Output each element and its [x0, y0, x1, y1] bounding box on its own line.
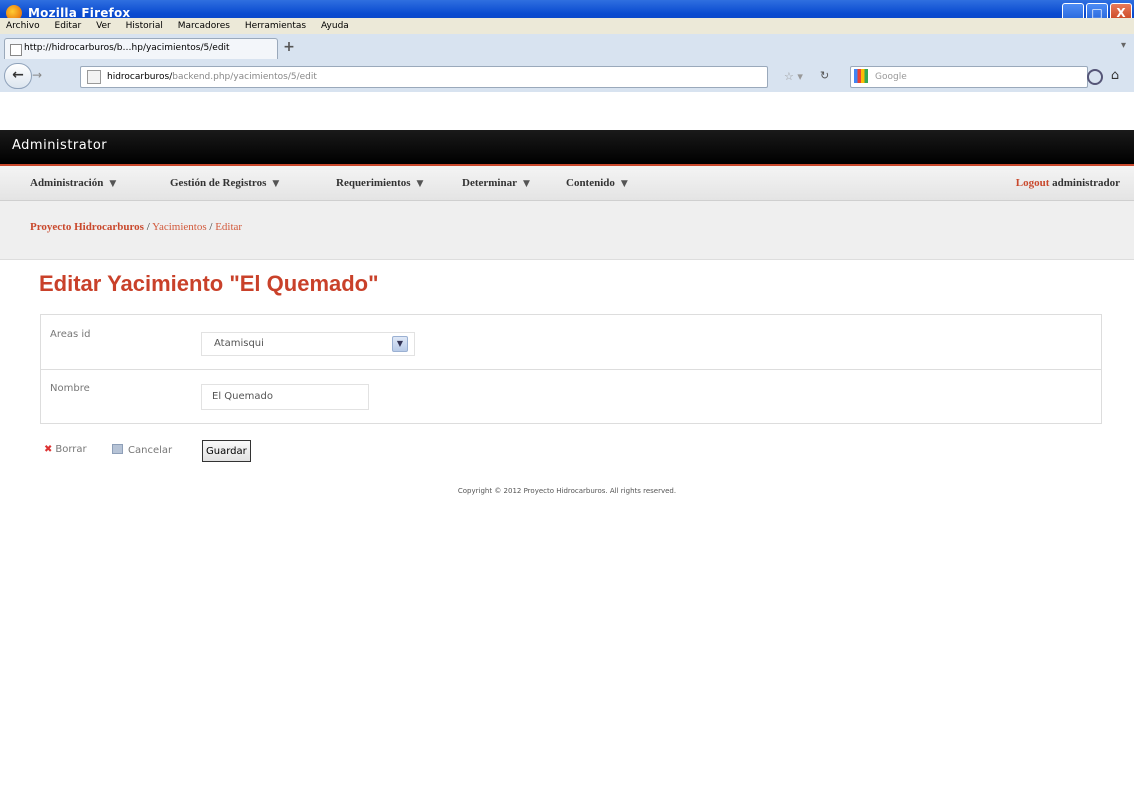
cancel-label: Cancelar [128, 445, 173, 456]
chevron-down-icon: ▼ [272, 179, 280, 189]
navigation-bar: ← → hidrocarburos/backend.php/yacimiento… [0, 60, 1134, 92]
menu-ver[interactable]: Ver [90, 18, 117, 31]
delete-label: Borrar [55, 444, 87, 455]
url-host: hidrocarburos/ [107, 72, 173, 82]
footer-copyright: Copyright © 2012 Proyecto Hidrocarburos.… [457, 487, 677, 495]
nav-requerimientos-label: Requerimientos [336, 177, 411, 189]
chevron-down-icon: ▼ [620, 179, 628, 189]
cancel-icon [112, 444, 123, 454]
url-path: backend.php/yacimientos/5/edit [172, 72, 317, 82]
breadcrumb: Proyecto Hidrocarburos / Yacimientos / E… [0, 201, 1134, 260]
search-placeholder: Google [875, 72, 907, 82]
menu-herramientas[interactable]: Herramientas [239, 18, 312, 31]
nombre-input[interactable]: El Quemado [201, 384, 369, 410]
search-bar[interactable]: Google [850, 66, 1103, 88]
menu-historial[interactable]: Historial [120, 18, 169, 31]
save-button[interactable]: Guardar [202, 440, 251, 462]
edit-form: Areas id Atamisqui ▼ Nombre El Quemado [40, 314, 1102, 424]
current-user: administrador [1052, 177, 1120, 189]
breadcrumb-home[interactable]: Proyecto Hidrocarburos [30, 221, 144, 233]
bookmark-star-icon[interactable]: ☆ ▾ [784, 70, 803, 83]
site-identity-icon[interactable] [87, 70, 101, 84]
app-title: Administrator [12, 138, 108, 153]
chevron-down-icon: ▼ [109, 179, 117, 189]
menu-archivo[interactable]: Archivo [0, 18, 46, 31]
areas-label: Areas id [50, 329, 91, 340]
logout-area: Logout administrador [1016, 177, 1120, 189]
chevron-down-icon: ▼ [522, 179, 530, 189]
delete-link[interactable]: ✖ Borrar [44, 444, 87, 455]
logout-link[interactable]: Logout [1016, 177, 1050, 189]
menu-bar: Archivo Editar Ver Historial Marcadores … [0, 18, 1134, 34]
tab-strip: http://hidrocarburos/b…hp/yacimientos/5/… [0, 34, 1134, 61]
chevron-down-icon: ▼ [416, 179, 424, 189]
page-title: Editar Yacimiento "El Quemado" [39, 271, 379, 296]
areas-select[interactable]: Atamisqui ▼ [201, 332, 415, 356]
nav-administracion[interactable]: Administración ▼ [30, 177, 116, 189]
nav-gestion-registros[interactable]: Gestión de Registros ▼ [170, 177, 279, 189]
breadcrumb-trail: Proyecto Hidrocarburos / Yacimientos / E… [30, 221, 242, 233]
main-nav: Administración ▼ Gestión de Registros ▼ Re… [0, 166, 1134, 201]
areas-selected-value: Atamisqui [214, 338, 264, 349]
nav-determinar[interactable]: Determinar ▼ [462, 177, 530, 189]
menu-ayuda[interactable]: Ayuda [315, 18, 355, 31]
form-row-areas: Areas id Atamisqui ▼ [41, 315, 1101, 370]
nav-requerimientos[interactable]: Requerimientos ▼ [336, 177, 423, 189]
breadcrumb-separator: / [209, 221, 213, 233]
nav-contenido[interactable]: Contenido ▼ [566, 177, 628, 189]
menu-marcadores[interactable]: Marcadores [172, 18, 236, 31]
address-bar[interactable]: hidrocarburos/backend.php/yacimientos/5/… [80, 66, 768, 88]
breadcrumb-separator: / [146, 221, 150, 233]
browser-tab[interactable]: http://hidrocarburos/b…hp/yacimientos/5/… [4, 38, 278, 59]
nombre-label: Nombre [50, 383, 90, 394]
tab-list-icon[interactable]: ▾ [1121, 40, 1126, 51]
forward-button[interactable]: → [32, 68, 42, 82]
nav-administracion-label: Administración [30, 177, 104, 189]
nav-gestion-registros-label: Gestión de Registros [170, 177, 267, 189]
search-magnifier-icon[interactable] [1087, 69, 1103, 85]
menu-editar[interactable]: Editar [49, 18, 88, 31]
delete-icon: ✖ [44, 444, 53, 455]
breadcrumb-yacimientos[interactable]: Yacimientos [152, 221, 207, 233]
page-favicon-icon [10, 44, 22, 56]
tab-label: http://hidrocarburos/b…hp/yacimientos/5/… [24, 43, 230, 53]
nav-determinar-label: Determinar [462, 177, 517, 189]
url-text: hidrocarburos/backend.php/yacimientos/5/… [107, 72, 317, 82]
reload-icon[interactable]: ↻ [820, 69, 829, 82]
cancel-link[interactable]: Cancelar [112, 444, 172, 456]
breadcrumb-current: Editar [215, 221, 243, 233]
nav-contenido-label: Contenido [566, 177, 615, 189]
app-header: Administrator [0, 130, 1134, 166]
form-row-nombre: Nombre El Quemado [41, 369, 1101, 423]
google-search-engine-icon[interactable] [854, 69, 868, 83]
new-tab-button[interactable]: + [280, 40, 298, 56]
chevron-down-icon[interactable]: ▼ [392, 336, 408, 352]
back-button[interactable]: ← [4, 63, 32, 89]
home-icon[interactable]: ⌂ [1104, 65, 1126, 87]
